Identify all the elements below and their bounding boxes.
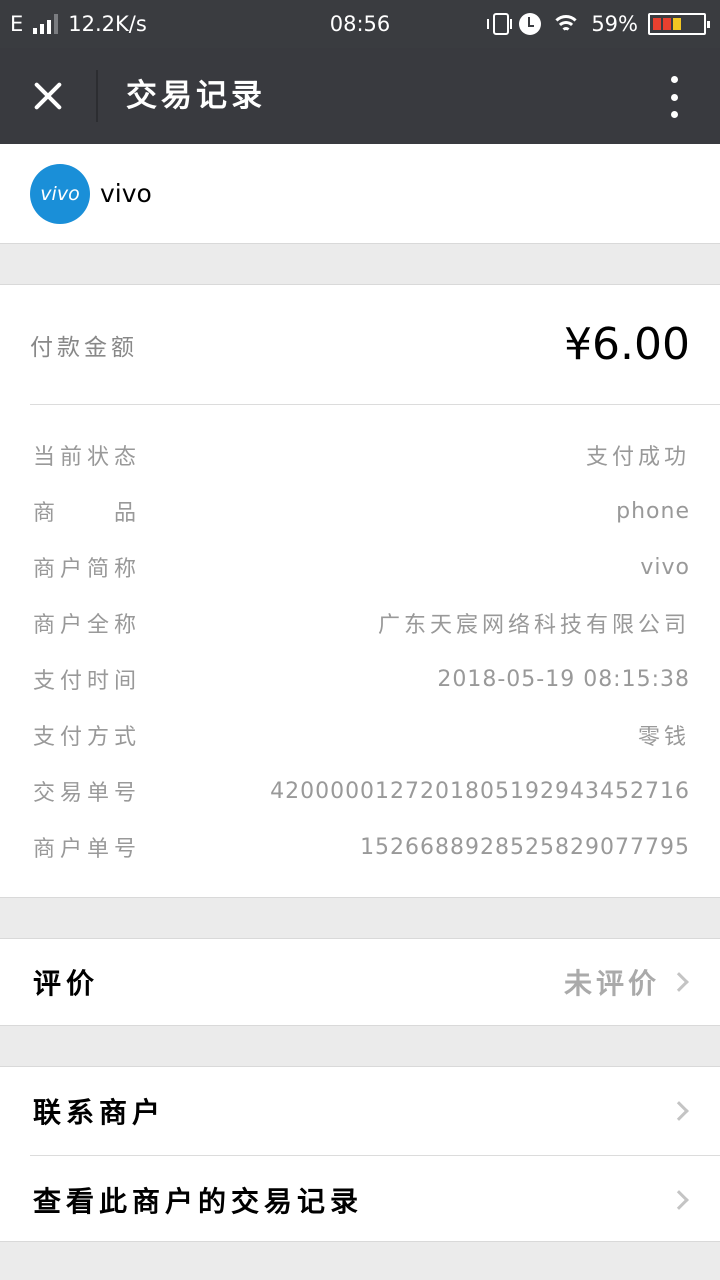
detail-row-merchant-order: 商户单号 1526688928525829077795 [0,819,720,875]
detail-value: phone [616,498,690,524]
review-status: 未评价 [563,967,660,1000]
merchant-links: 联系商户 查看此商户的交易记录 [0,1066,720,1242]
detail-value: 零钱 [637,725,690,750]
chevron-right-icon [669,972,689,992]
title-divider [96,70,98,122]
detail-label: 当前状态 [33,445,142,470]
merchant-records-label: 查看此商户的交易记录 [33,1184,364,1218]
detail-value: vivo [640,554,690,580]
page-title: 交易记录 [126,78,266,114]
info-list: 当前状态 支付成功 商 品 phone 商户简称 vivo 商户全称 广东天宸网… [0,405,720,875]
detail-row-transaction-id: 交易单号 4200000127201805192943452716 [0,763,720,819]
contact-merchant-label: 联系商户 [33,1096,166,1129]
alarm-icon [519,13,542,35]
title-bar: 交易记录 [0,48,720,144]
detail-row-merchant-full: 商户全称 广东天宸网络科技有限公司 [0,595,720,651]
merchant-logo: vivo [30,163,90,224]
detail-label: 商户全称 [33,613,142,638]
vibrate-icon [487,13,513,35]
review-label: 评价 [33,967,100,1000]
transaction-details: 付款金额 ¥6.00 当前状态 支付成功 商 品 phone 商户简称 vivo… [0,284,720,898]
battery-percent: 59% [591,12,638,36]
detail-row-status: 当前状态 支付成功 [0,427,720,483]
detail-value: 广东天宸网络科技有限公司 [377,613,690,638]
merchant-header: vivo vivo [0,144,720,244]
status-left: E 12.2K/s [10,12,147,36]
amount-label: 付款金额 [30,334,138,361]
detail-row-product: 商 品 phone [0,483,720,539]
detail-value: 支付成功 [585,445,690,470]
detail-label: 商户简称 [33,557,142,582]
detail-label: 支付方式 [33,725,142,750]
chevron-right-icon [669,1101,689,1121]
detail-value: 2018-05-19 08:15:38 [437,666,690,692]
status-right: 59% [487,12,710,36]
battery-icon [648,13,710,35]
detail-value[interactable]: 1526688928525829077795 [360,835,690,860]
amount-value: ¥6.00 [564,319,690,370]
network-type: E [10,12,24,36]
detail-label: 支付时间 [33,669,142,694]
amount-row: 付款金额 ¥6.00 [30,285,720,405]
close-button[interactable] [18,68,78,124]
detail-label: 商户单号 [33,837,142,862]
review-row[interactable]: 评价 未评价 [0,938,720,1026]
detail-row-pay-method: 支付方式 零钱 [0,707,720,763]
merchant-records-row[interactable]: 查看此商户的交易记录 [30,1155,720,1243]
merchant-name: vivo [100,179,152,208]
detail-row-merchant-short: 商户简称 vivo [0,539,720,595]
network-speed: 12.2K/s [68,12,147,36]
status-bar: E 12.2K/s 08:56 59% [0,0,720,48]
detail-value[interactable]: 4200000127201805192943452716 [270,779,690,804]
contact-merchant-row[interactable]: 联系商户 [0,1067,720,1155]
more-vertical-icon [670,76,678,83]
detail-label: 商 品 [33,501,142,526]
chevron-right-icon [669,1189,689,1210]
detail-row-pay-time: 支付时间 2018-05-19 08:15:38 [0,651,720,707]
review-right: 未评价 [564,962,690,1002]
more-options-button[interactable] [664,76,684,118]
detail-label: 交易单号 [33,781,142,806]
signal-icon [33,14,59,34]
wifi-icon [551,13,582,35]
